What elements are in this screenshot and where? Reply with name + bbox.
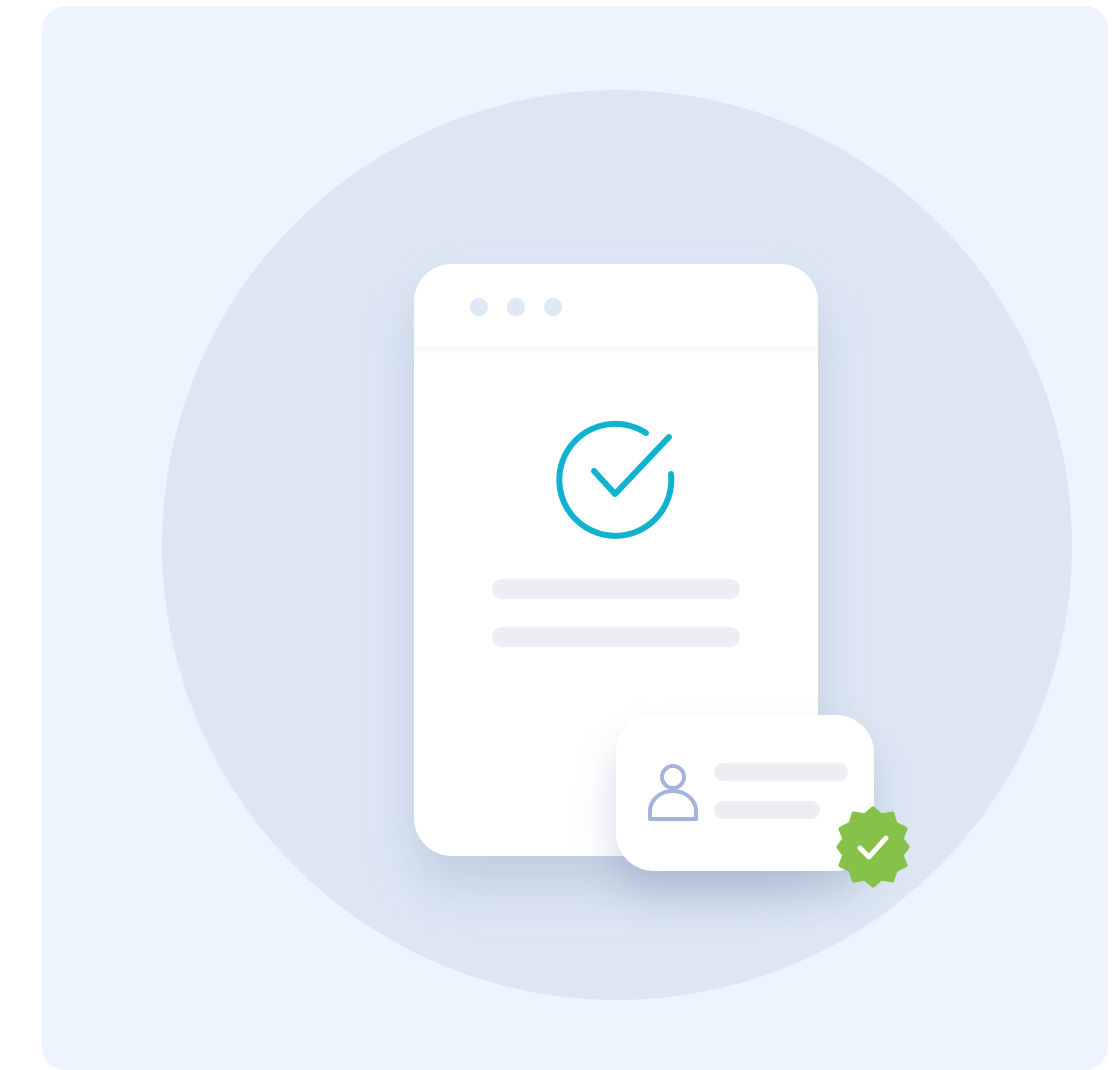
check-circle-icon xyxy=(556,420,675,539)
window-dot xyxy=(470,298,488,316)
user-icon xyxy=(648,764,698,821)
text-placeholder-line xyxy=(492,579,740,599)
text-placeholder-line xyxy=(492,627,740,647)
card-placeholder-line xyxy=(714,801,820,819)
illustration-canvas xyxy=(42,6,1108,1070)
window-header xyxy=(414,264,818,346)
window-dot xyxy=(544,298,562,316)
window-dot xyxy=(507,298,525,316)
verified-badge-icon xyxy=(836,806,910,888)
card-placeholder-line xyxy=(714,763,848,781)
